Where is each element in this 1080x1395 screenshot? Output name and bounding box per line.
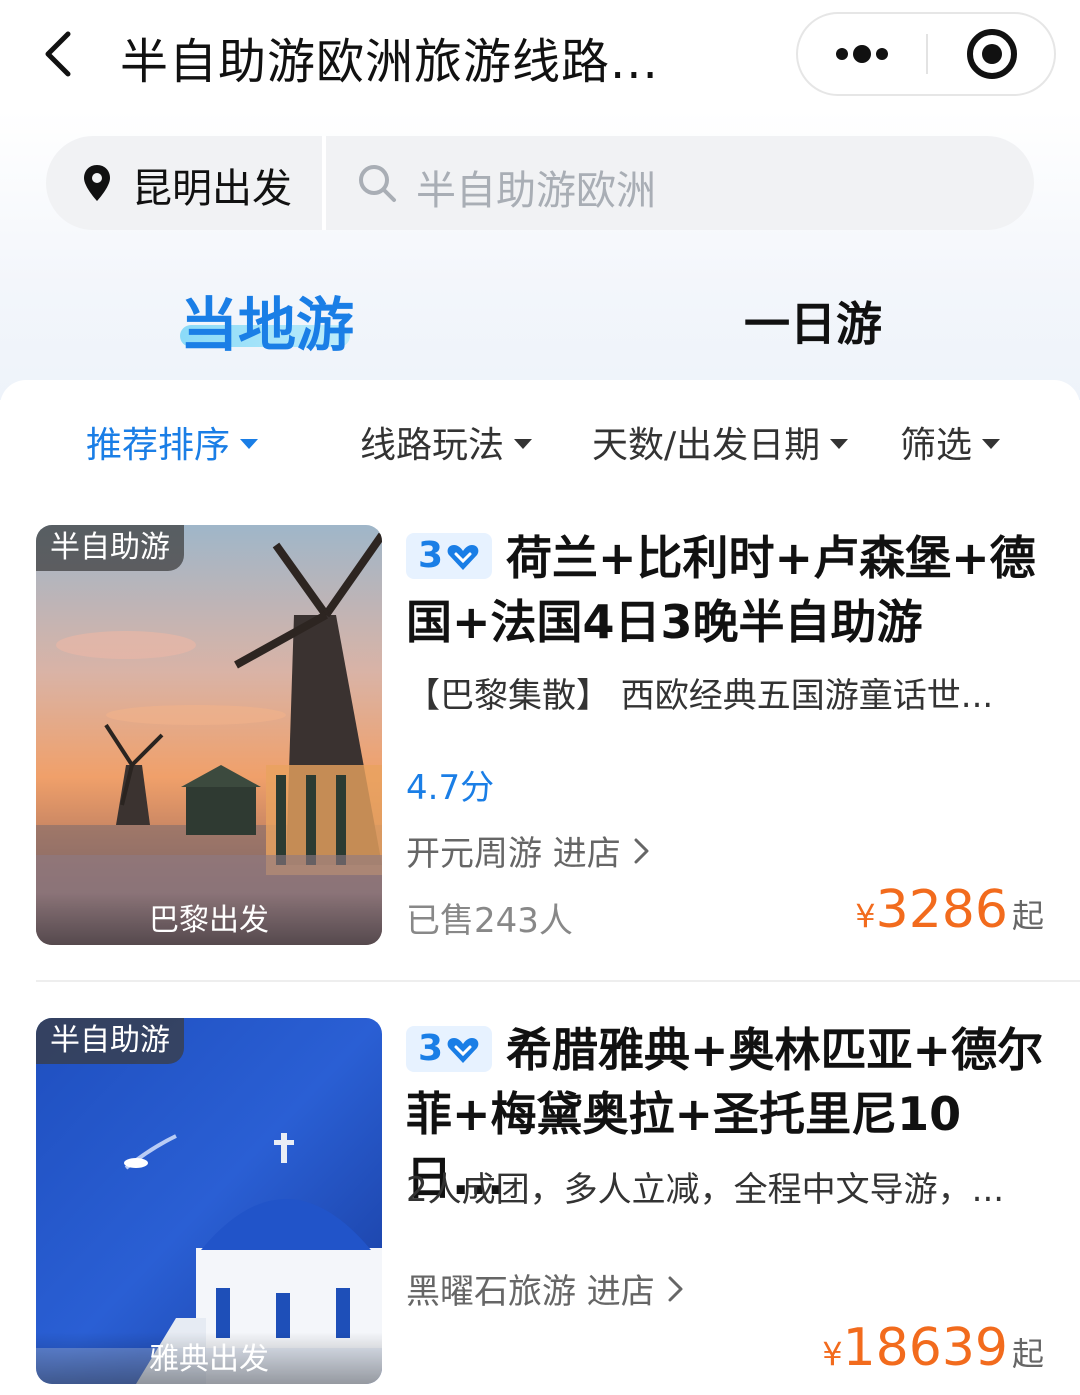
product-price: ¥3286 起 xyxy=(855,880,1044,940)
filter-more[interactable]: 筛选 xyxy=(900,416,1001,468)
shop-link-label: 黑曜石旅游 进店 xyxy=(406,1272,655,1312)
windmill-photo xyxy=(36,525,382,945)
price-value: 18639 xyxy=(842,1318,1008,1378)
filter-days-date[interactable]: 天数/出发日期 xyxy=(592,416,849,468)
caret-down-icon xyxy=(514,439,533,449)
product-price: ¥18639 起 xyxy=(822,1318,1044,1378)
product-image[interactable]: 半自助游 雅典出发 xyxy=(36,1018,382,1384)
search-icon xyxy=(359,165,396,202)
chevron-right-icon xyxy=(634,838,649,863)
page-title: 半自助游欧洲旅游线路... xyxy=(120,34,659,90)
back-button[interactable] xyxy=(38,26,82,82)
more-dots-icon xyxy=(836,45,888,63)
chevron-left-icon xyxy=(45,31,71,77)
filter-sort[interactable]: 推荐排序 xyxy=(86,416,259,468)
product-title-text: 荷兰+比利时+卢森堡+德国+法国4日3晚半自助游 xyxy=(406,531,1036,649)
tab-day-tour[interactable]: 一日游 xyxy=(744,288,882,354)
shop-link-label: 开元周游 进店 xyxy=(406,834,621,874)
sold-count: 已售243人 xyxy=(406,901,573,941)
shop-link[interactable]: 黑曜石旅游 进店 xyxy=(406,1264,685,1313)
caret-down-icon xyxy=(240,439,259,449)
product-subtitle: 2人成团，多人立减，全程中文导游，... xyxy=(406,1170,1005,1210)
search-bar: 昆明出发 半自助游欧洲 xyxy=(46,136,1034,230)
product-image[interactable]: 半自助游 巴黎出发 xyxy=(36,525,382,945)
top-nav-bar: 半自助游欧洲旅游线路... xyxy=(0,0,1080,110)
target-icon xyxy=(967,29,1017,79)
card-divider xyxy=(36,980,1080,982)
product-title[interactable]: 荷兰+比利时+卢森堡+德国+法国4日3晚半自助游 xyxy=(406,526,1046,654)
search-input[interactable]: 半自助游欧洲 xyxy=(416,158,656,216)
price-suffix: 起 xyxy=(1011,1335,1044,1373)
more-button[interactable] xyxy=(798,14,926,94)
tab-local-tour[interactable]: 当地游 xyxy=(180,278,354,362)
product-subtitle: 【巴黎集散】 西欧经典五国游童话世... xyxy=(406,676,994,716)
close-miniprogram-button[interactable] xyxy=(928,14,1056,94)
shop-link[interactable]: 开元周游 进店 xyxy=(406,826,651,875)
santorini-photo xyxy=(36,1018,382,1384)
filter-sort-label: 推荐排序 xyxy=(86,425,231,466)
price-value: 3286 xyxy=(875,880,1008,940)
chevron-right-icon xyxy=(668,1276,683,1301)
search-divider xyxy=(322,136,326,230)
departure-label: 巴黎出发 xyxy=(36,893,382,945)
product-type-tag: 半自助游 xyxy=(36,1018,184,1064)
price-suffix: 起 xyxy=(1011,897,1044,935)
filter-days-label: 天数/出发日期 xyxy=(592,425,821,466)
product-score: 4.7分 xyxy=(406,768,495,808)
filter-route-style[interactable]: 线路玩法 xyxy=(360,416,533,468)
product-type-tag: 半自助游 xyxy=(36,525,184,571)
departure-label: 雅典出发 xyxy=(36,1332,382,1384)
filter-route-label: 线路玩法 xyxy=(360,425,505,466)
price-currency: ¥ xyxy=(855,897,876,935)
mini-program-capsule xyxy=(796,12,1056,96)
price-currency: ¥ xyxy=(822,1335,843,1373)
location-pin-icon xyxy=(84,165,110,201)
filter-more-label: 筛选 xyxy=(900,425,973,466)
caret-down-icon xyxy=(982,439,1001,449)
caret-down-icon xyxy=(830,439,849,449)
departure-city-selector[interactable]: 昆明出发 xyxy=(132,156,292,214)
